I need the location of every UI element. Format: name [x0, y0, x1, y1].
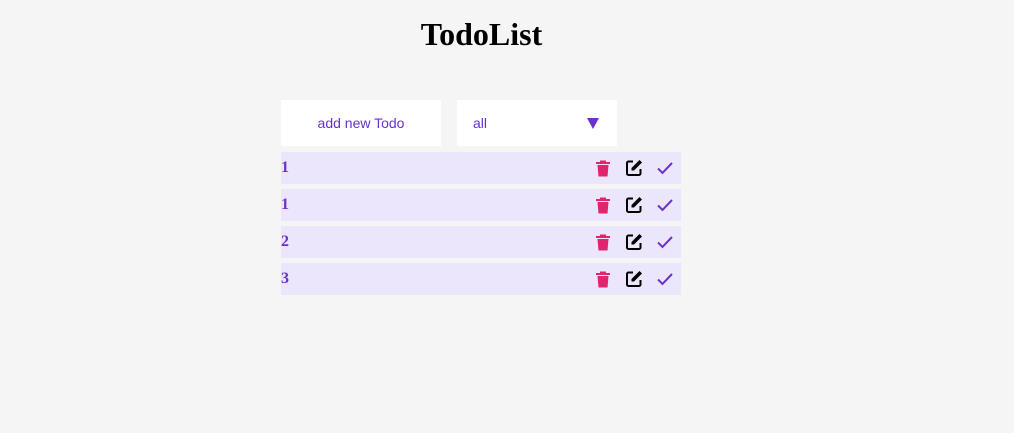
edit-button[interactable]	[624, 195, 644, 215]
edit-button[interactable]	[624, 232, 644, 252]
complete-button[interactable]	[655, 232, 675, 252]
todo-actions	[593, 158, 675, 178]
todo-item: 1	[281, 152, 681, 184]
check-icon	[657, 236, 673, 249]
trash-icon	[596, 234, 610, 251]
todo-text: 1	[281, 196, 289, 213]
check-icon	[657, 199, 673, 212]
todo-actions	[593, 195, 675, 215]
edit-button[interactable]	[624, 158, 644, 178]
complete-button[interactable]	[655, 269, 675, 289]
edit-icon	[626, 160, 642, 176]
complete-button[interactable]	[655, 158, 675, 178]
check-icon	[657, 162, 673, 175]
trash-icon	[596, 197, 610, 214]
trash-icon	[596, 271, 610, 288]
page-title: TodoList	[420, 16, 543, 52]
todo-actions	[593, 269, 675, 289]
add-todo-button[interactable]: add new Todo	[281, 100, 441, 146]
edit-icon	[626, 234, 642, 250]
delete-button[interactable]	[593, 232, 613, 252]
delete-button[interactable]	[593, 195, 613, 215]
todo-text: 1	[281, 159, 289, 176]
edit-icon	[626, 271, 642, 287]
complete-button[interactable]	[655, 195, 675, 215]
todo-item: 3	[281, 263, 681, 295]
todo-item: 1	[281, 189, 681, 221]
edit-icon	[626, 197, 642, 213]
delete-button[interactable]	[593, 158, 613, 178]
todo-list: 1 1 2 3	[281, 152, 681, 300]
todo-actions	[593, 232, 675, 252]
todo-text: 2	[281, 233, 289, 250]
todo-text: 3	[281, 270, 289, 287]
filter-select[interactable]: all	[457, 100, 617, 146]
dropdown-caret-icon	[587, 118, 599, 129]
filter-selected-value: all	[473, 115, 488, 131]
trash-icon	[596, 160, 610, 177]
todo-item: 2	[281, 226, 681, 258]
delete-button[interactable]	[593, 269, 613, 289]
check-icon	[657, 273, 673, 286]
edit-button[interactable]	[624, 269, 644, 289]
